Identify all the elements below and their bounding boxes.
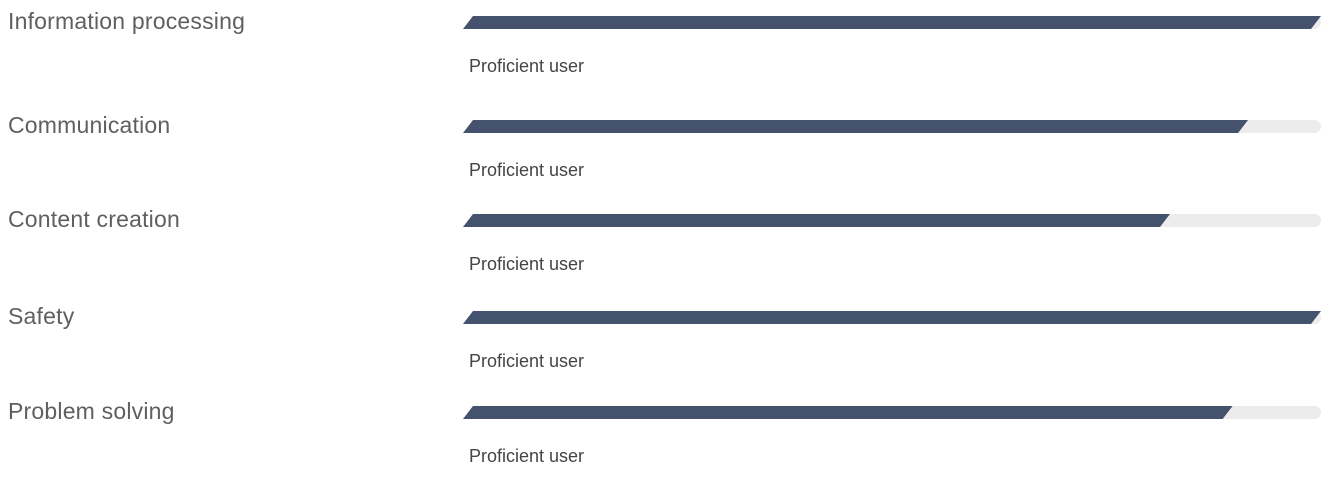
skill-level-bar-fill [463, 311, 1321, 324]
skill-row-safety: Safety Proficient user [0, 295, 1324, 389]
skill-row-content-creation: Content creation Proficient user [0, 198, 1324, 292]
skill-level-bar [463, 311, 1321, 324]
skill-name: Problem solving [8, 398, 175, 424]
skill-level-bar-fill [463, 214, 1170, 227]
skill-row-problem-solving: Problem solving Proficient user [0, 390, 1324, 484]
skill-name: Communication [8, 112, 171, 138]
skill-row-communication: Communication Proficient user [0, 104, 1324, 198]
skill-level-bar-fill [463, 406, 1233, 419]
skill-level-bar [463, 214, 1321, 227]
skill-name: Content creation [8, 206, 180, 232]
skill-level-bar-fill [463, 16, 1321, 29]
skill-level-bar [463, 16, 1321, 29]
skill-level-label: Proficient user [469, 56, 585, 76]
skill-level-label: Proficient user [469, 160, 585, 180]
skill-row-information-processing: Information processing Proficient user [0, 0, 1324, 94]
skill-level-bar [463, 406, 1321, 419]
skill-level-label: Proficient user [469, 351, 585, 371]
skill-name: Information processing [8, 8, 246, 34]
skill-level-label: Proficient user [469, 446, 585, 466]
digital-skills-list: Information processing Proficient user C… [0, 0, 1324, 467]
skill-name: Safety [8, 303, 75, 329]
skill-level-bar [463, 120, 1321, 133]
skill-level-bar-fill [463, 120, 1248, 133]
skill-level-label: Proficient user [469, 254, 585, 274]
